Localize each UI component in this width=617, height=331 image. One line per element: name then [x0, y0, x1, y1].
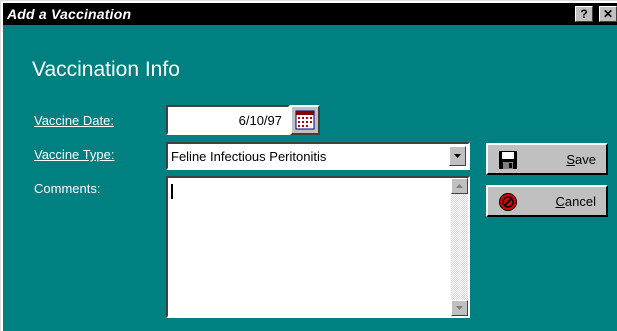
dropdown-button[interactable] — [449, 146, 466, 166]
text-caret — [171, 184, 173, 199]
chevron-down-icon — [454, 154, 461, 158]
comments-label: Comments: — [34, 181, 101, 196]
vaccine-date-value: 6/10/97 — [238, 113, 282, 128]
help-button[interactable]: ? — [575, 6, 593, 22]
vaccine-type-label: Vaccine Type: — [34, 147, 115, 162]
save-button-label: Save — [566, 152, 596, 167]
scroll-up-button[interactable] — [451, 178, 468, 194]
save-button[interactable]: Save — [486, 143, 608, 175]
vaccine-type-select[interactable]: Feline Infectious Peritonitis — [166, 142, 470, 170]
title-bar[interactable]: Add a Vaccination ? ✕ — [3, 3, 617, 25]
close-button[interactable]: ✕ — [599, 6, 617, 22]
cancel-button[interactable]: Cancel — [486, 185, 608, 217]
calendar-button[interactable] — [290, 105, 320, 135]
floppy-disk-icon — [499, 151, 517, 169]
window-title: Add a Vaccination — [7, 6, 132, 22]
comments-scrollbar[interactable] — [451, 178, 468, 316]
section-title: Vaccination Info — [32, 58, 180, 81]
vaccine-date-label: Vaccine Date: — [34, 113, 114, 128]
calendar-icon — [295, 110, 315, 130]
arrow-down-icon — [456, 306, 463, 310]
cancel-button-label: Cancel — [555, 194, 596, 209]
stop-icon — [499, 193, 517, 211]
scroll-down-button[interactable] — [451, 300, 468, 316]
vaccine-type-value: Feline Infectious Peritonitis — [171, 149, 327, 164]
vaccine-date-input[interactable]: 6/10/97 — [166, 105, 290, 135]
arrow-up-icon — [456, 184, 463, 188]
comments-textarea[interactable] — [166, 176, 470, 318]
